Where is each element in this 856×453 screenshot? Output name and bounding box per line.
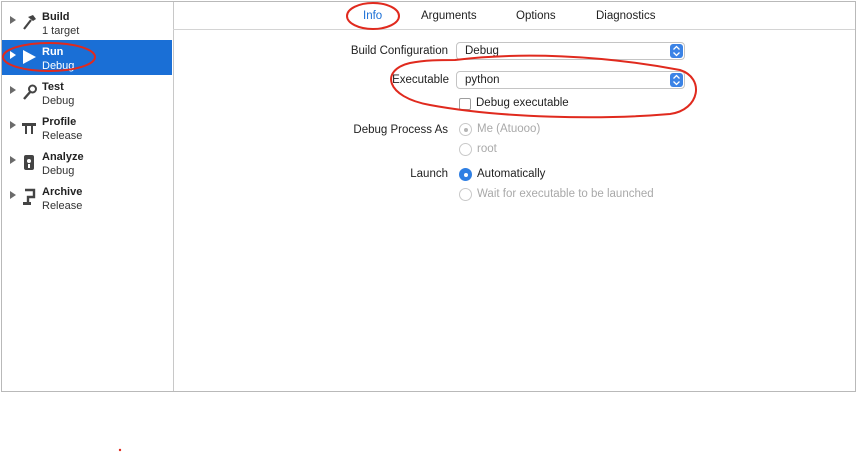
scheme-editor-window: Build 1 target Run Debug Test Debug Prof… — [1, 1, 856, 392]
play-icon — [23, 50, 36, 64]
debug-process-root-radio[interactable] — [459, 143, 472, 156]
sidebar-item-profile[interactable]: Profile Release — [2, 110, 172, 145]
executable-value: python — [465, 74, 500, 86]
launch-label: Launch — [410, 168, 448, 180]
sidebar-item-title: Test — [42, 81, 64, 93]
debug-executable-label: Debug executable — [476, 97, 569, 109]
debug-executable-checkbox[interactable] — [459, 98, 471, 110]
sidebar-item-title: Profile — [42, 116, 77, 128]
sidebar-item-subtitle: Debug — [42, 95, 75, 107]
build-configuration-popup[interactable]: Debug — [456, 42, 685, 60]
analyze-icon — [24, 155, 34, 170]
sidebar-item-subtitle: Release — [42, 200, 83, 212]
tab-diagnostics[interactable]: Diagnostics — [596, 10, 655, 22]
scheme-action-sidebar: Build 1 target Run Debug Test Debug Prof… — [2, 2, 174, 391]
sidebar-item-subtitle: Release — [42, 130, 83, 142]
tab-arguments[interactable]: Arguments — [421, 10, 477, 22]
annotation-dot — [118, 448, 122, 452]
disclosure-triangle-icon[interactable] — [10, 156, 16, 164]
sidebar-item-title: Run — [42, 46, 64, 58]
sidebar-item-title: Analyze — [42, 151, 84, 163]
scheme-detail-pane: Info Arguments Options Diagnostics Build… — [173, 2, 855, 391]
build-configuration-value: Debug — [465, 45, 499, 57]
sidebar-item-analyze[interactable]: Analyze Debug — [2, 145, 172, 180]
sidebar-item-run[interactable]: Run Debug — [2, 40, 172, 75]
sidebar-item-title: Build — [42, 11, 70, 23]
debug-process-as-label: Debug Process As — [353, 124, 448, 136]
sidebar-item-subtitle: Debug — [42, 60, 75, 72]
sidebar-item-subtitle: 1 target — [42, 25, 80, 37]
tab-info[interactable]: Info — [363, 10, 382, 22]
launch-automatically-label: Automatically — [477, 168, 546, 180]
wrench-icon — [23, 84, 37, 100]
launch-automatically-radio[interactable] — [459, 168, 472, 181]
chevron-updown-icon — [670, 73, 683, 87]
disclosure-triangle-icon[interactable] — [10, 121, 16, 129]
sidebar-item-title: Archive — [42, 186, 83, 198]
instruments-icon — [22, 123, 36, 134]
executable-label: Executable — [392, 74, 449, 86]
sidebar-item-test[interactable]: Test Debug — [2, 75, 172, 110]
build-configuration-label: Build Configuration — [350, 45, 448, 57]
disclosure-triangle-icon[interactable] — [10, 86, 16, 94]
launch-wait-label: Wait for executable to be launched — [477, 188, 654, 200]
disclosure-triangle-icon[interactable] — [10, 51, 16, 59]
tab-bar: Info Arguments Options Diagnostics — [173, 2, 855, 30]
executable-popup[interactable]: python — [456, 71, 685, 89]
debug-process-root-label: root — [477, 143, 497, 155]
sidebar-item-subtitle: Debug — [42, 165, 75, 177]
chevron-updown-icon — [670, 44, 683, 58]
sidebar-item-build[interactable]: Build 1 target — [2, 5, 172, 40]
debug-process-me-radio[interactable] — [459, 123, 472, 136]
archive-icon — [23, 188, 36, 205]
disclosure-triangle-icon[interactable] — [10, 16, 16, 24]
sidebar-item-archive[interactable]: Archive Release — [2, 180, 172, 215]
debug-process-me-label: Me (Atuooo) — [477, 123, 541, 135]
tab-options[interactable]: Options — [516, 10, 556, 22]
launch-wait-radio[interactable] — [459, 188, 472, 201]
hammer-icon — [23, 15, 36, 30]
disclosure-triangle-icon[interactable] — [10, 191, 16, 199]
